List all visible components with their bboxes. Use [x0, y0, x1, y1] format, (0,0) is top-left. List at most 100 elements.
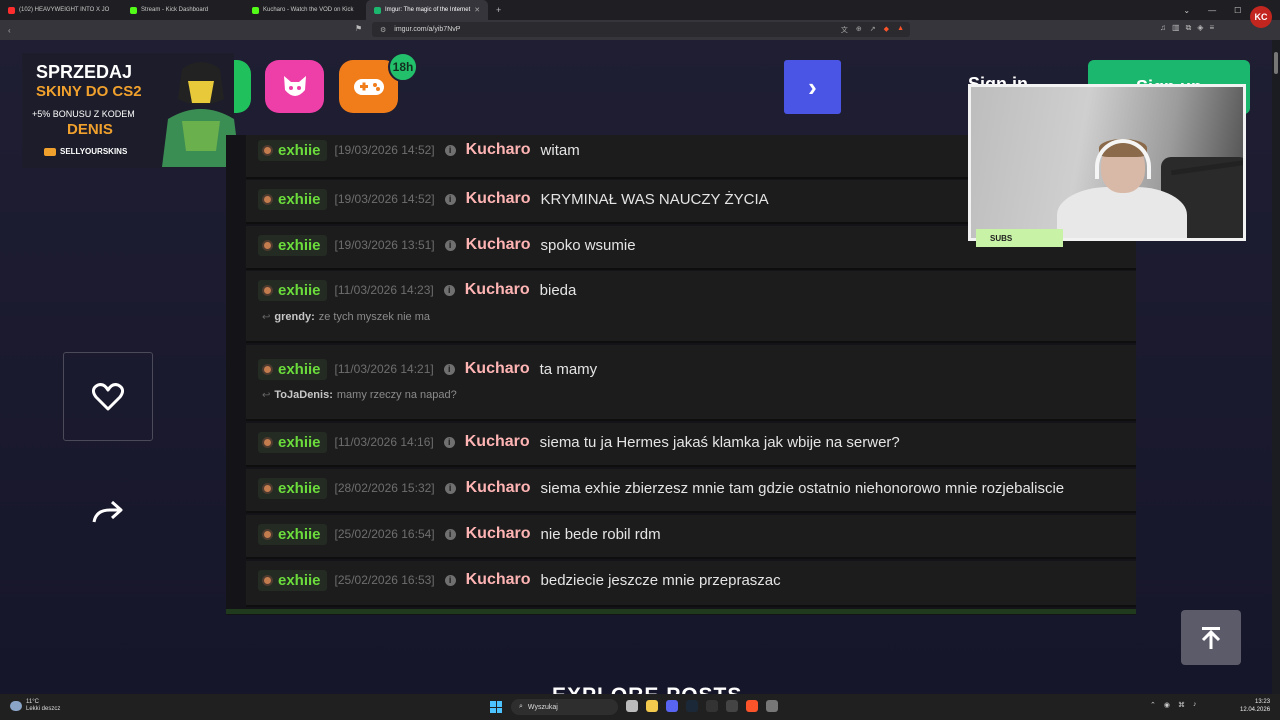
address-bar[interactable]: ⚙ imgur.com/a/yib7NvP 文 ⊕ ↗ ◆ ▲	[372, 22, 910, 37]
scrollbar-thumb[interactable]	[1274, 52, 1278, 74]
search-label: Wyszukaj	[527, 703, 558, 711]
avatar	[262, 482, 273, 494]
ad-headline: SPRZEDAJ	[36, 62, 133, 82]
author-name: Kucharo	[464, 281, 530, 298]
browser-tab-imgur[interactable]: Imgur: The magic of the Internet ✕	[366, 0, 488, 20]
ad-brand-name: SELLYOURSKINS	[60, 147, 128, 156]
tab-label: Kucharo - Watch the VOD on Kick	[263, 7, 354, 13]
sponsored-ad[interactable]: SPRZEDAJ SKINY DO CS2 +5% BONUSU Z KODEM…	[22, 53, 240, 168]
url-text: imgur.com/a/yib7NvP	[394, 26, 461, 33]
message-text: ta mamy	[539, 360, 598, 378]
maximize-icon[interactable]: ☐	[1234, 6, 1241, 15]
browser-tabbar: (102) HEAVYWEIGHT INTO X JO Stream - Kic…	[0, 0, 1280, 20]
stream-logo-icon: KC	[1250, 6, 1272, 28]
volume-icon[interactable]: ♪	[1193, 701, 1197, 709]
ad-bonus-text: +5% BONUSU Z KODEM	[32, 109, 135, 119]
new-tab-button[interactable]: +	[488, 5, 509, 15]
avatar	[262, 574, 273, 586]
terminal-icon[interactable]	[726, 700, 738, 712]
message-text: bedziecie jeszcze mnie przepraszac	[540, 571, 781, 589]
explore-posts-heading: EXPLORE POSTS	[552, 684, 742, 694]
chevron-down-icon[interactable]: ⌄	[1183, 6, 1190, 15]
ad-promo-code: DENIS	[67, 121, 113, 138]
taskbar-clock[interactable]: 13:23 12.04.2026	[1240, 698, 1270, 714]
browser-tab-kick-dashboard[interactable]: Stream - Kick Dashboard	[122, 0, 244, 20]
network-icon[interactable]: ⌘	[1178, 701, 1185, 709]
cat-app-icon[interactable]	[265, 60, 324, 113]
minimize-icon[interactable]: —	[1208, 6, 1216, 15]
avatar	[262, 284, 273, 296]
username: exhiie	[278, 571, 321, 589]
site-info-icon[interactable]: ⚙	[380, 26, 386, 34]
timestamp: [25/02/2026 16:53]	[334, 573, 435, 587]
settings-icon[interactable]	[766, 700, 778, 712]
brave-rewards-icon[interactable]: ▲	[897, 25, 904, 35]
info-icon: i	[444, 144, 456, 156]
author-name: Kucharo	[465, 141, 531, 158]
username: exhiie	[278, 360, 321, 378]
page-scrollbar[interactable]	[1272, 40, 1280, 694]
share-arrow-icon[interactable]	[92, 498, 124, 532]
cat-icon	[283, 75, 306, 96]
brave-icon[interactable]	[746, 700, 758, 712]
music-icon[interactable]: ♫	[1160, 23, 1166, 33]
nav-buttons: ‹	[0, 26, 11, 35]
reply-arrow-icon: ↩	[262, 311, 271, 323]
wallet-icon[interactable]: ◈	[1197, 23, 1203, 33]
favorite-button[interactable]	[63, 352, 153, 441]
sidebar-icon[interactable]: ▥	[1172, 23, 1180, 33]
message-text: siema tu ja Hermes jakaś klamka jak wbij…	[539, 433, 900, 451]
username: exhiie	[278, 525, 321, 543]
author-name: Kucharo	[465, 236, 531, 253]
scroll-to-top-button[interactable]	[1181, 610, 1241, 665]
browser-toolbar: ‹ ⚑ ⚙ imgur.com/a/yib7NvP 文 ⊕ ↗ ◆ ▲ ♫ ▥ …	[0, 20, 1280, 40]
close-tab-icon[interactable]: ✕	[474, 6, 480, 14]
username-pill: exhiie	[258, 139, 327, 161]
taskbar-apps	[626, 700, 778, 712]
translate-icon[interactable]: 文	[841, 25, 848, 35]
brave-shields-icon[interactable]: ◆	[884, 25, 889, 35]
tray-app-icon[interactable]: ◉	[1164, 701, 1170, 709]
avatar	[262, 193, 273, 205]
sellyourskins-logo-icon	[44, 147, 56, 156]
address-actions: 文 ⊕ ↗ ◆ ▲	[841, 25, 910, 35]
username: exhiie	[278, 479, 321, 497]
obs-icon[interactable]	[706, 700, 718, 712]
reply-text: ze tych myszek nie ma	[318, 311, 430, 323]
menu-icon[interactable]: ≡	[1209, 23, 1214, 33]
avatar	[262, 436, 273, 448]
username-pill: exhiie	[258, 523, 327, 545]
username: exhiie	[278, 190, 321, 208]
file-explorer-icon[interactable]	[646, 700, 658, 712]
info-icon: i	[444, 528, 456, 540]
extensions-icon[interactable]: ⧉	[1186, 23, 1192, 33]
browser-tab-youtube[interactable]: (102) HEAVYWEIGHT INTO X JO	[0, 0, 122, 20]
tray-chevron-up-icon[interactable]: ⌃	[1150, 701, 1156, 709]
arrow-up-icon	[1201, 626, 1221, 649]
chat-message: exhiie [11/03/2026 14:23] i Kucharo bied…	[246, 271, 1136, 343]
timestamp: [11/03/2026 14:16]	[334, 435, 434, 449]
youtube-icon	[8, 6, 15, 14]
reply-arrow-icon: ↩	[262, 389, 271, 401]
discord-icon[interactable]	[666, 700, 678, 712]
back-icon[interactable]: ‹	[8, 26, 11, 35]
bookmark-icon[interactable]: ⚑	[355, 24, 362, 33]
share-page-icon[interactable]: ↗	[870, 25, 876, 35]
taskbar-search[interactable]: ⌕ Wyszukaj	[511, 699, 618, 715]
tab-label: Stream - Kick Dashboard	[141, 7, 209, 13]
reply-context: ↩ ToJaDenis: mamy rzeczy na napad?	[262, 389, 457, 401]
next-post-button[interactable]: ›	[784, 60, 841, 114]
weather-widget[interactable]: 11°C Lekki deszcz	[10, 699, 60, 713]
steam-icon[interactable]	[686, 700, 698, 712]
task-view-icon[interactable]	[626, 700, 638, 712]
message-text: nie bede robil rdm	[540, 525, 661, 543]
ad-subheadline: SKINY DO CS2	[36, 83, 142, 100]
subs-label: SUBS	[976, 229, 1063, 247]
avatar	[262, 363, 273, 375]
windows-start-icon[interactable]	[490, 701, 502, 713]
info-icon: i	[444, 574, 456, 586]
clock-date: 12.04.2026	[1240, 707, 1271, 713]
browser-tab-kick-vod[interactable]: Kucharo - Watch the VOD on Kick	[244, 0, 366, 20]
author-name: Kucharo	[464, 360, 530, 377]
zoom-icon[interactable]: ⊕	[856, 25, 862, 35]
